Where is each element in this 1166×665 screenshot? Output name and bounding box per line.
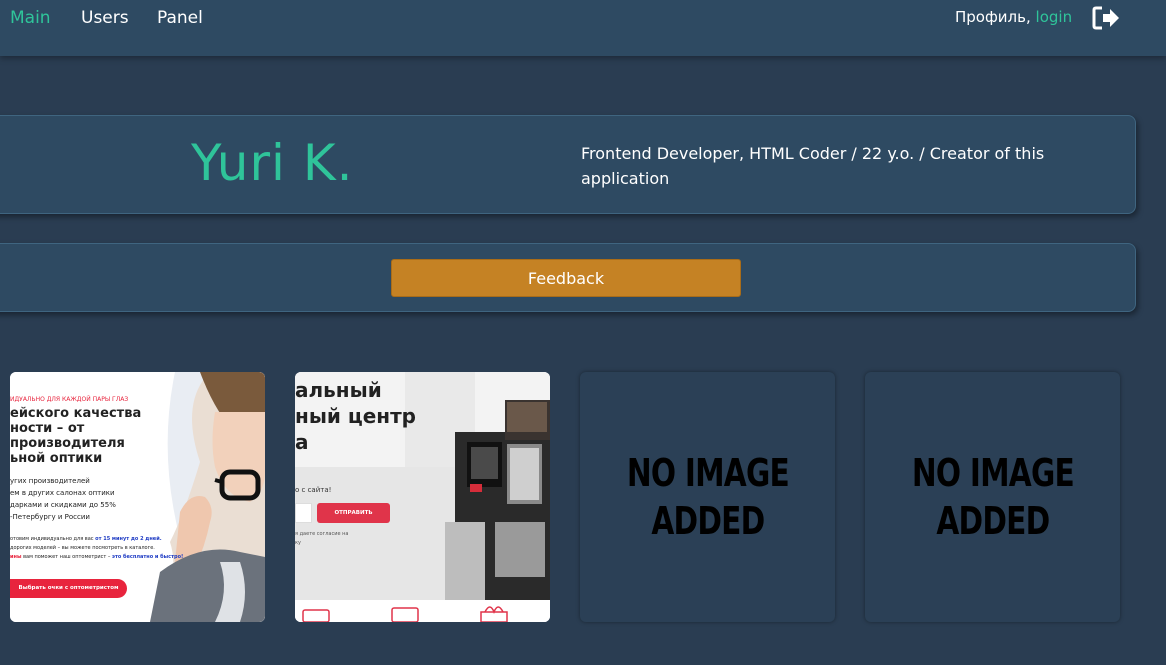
coffee-consent: я даете согласие на ку — [295, 531, 349, 546]
optics-headline-2: ности – от — [10, 421, 85, 436]
feedback-button[interactable]: Feedback — [391, 259, 741, 297]
feedback-card: Feedback — [0, 243, 1136, 312]
project-thumbnail-coffee[interactable]: альный ный центр а о с сайта! ОТПРАВИТЬ … — [295, 372, 550, 622]
project-thumbnail-noimage-1[interactable]: NO IMAGE ADDED — [580, 372, 835, 622]
coffee-headline: альный ный центр а — [295, 378, 416, 454]
coffee-send-button: ОТПРАВИТЬ — [317, 503, 390, 523]
user-name: Yuri K. — [191, 134, 354, 192]
coffee-input — [295, 503, 312, 523]
optics-fine-2: дорогих моделей – вы можете посмотреть в… — [10, 545, 155, 551]
nav-main[interactable]: Main — [10, 8, 51, 28]
optics-tag: ИДУАЛЬНО ДЛЯ КАЖДОЙ ПАРЫ ГЛАЗ — [10, 396, 129, 403]
nav-panel[interactable]: Panel — [157, 8, 203, 28]
optics-cta-button: Выбрать очки с оптометристом — [10, 579, 127, 598]
optics-headline-1: ейского качества — [10, 406, 142, 421]
login-link[interactable]: login — [1036, 8, 1073, 26]
optics-bullet-2: ем в других салонах оптики — [10, 489, 115, 497]
profile-card: Yuri K. Frontend Developer, HTML Coder /… — [0, 115, 1136, 214]
coffee-subtext: о с сайта! — [295, 486, 332, 494]
no-image-placeholder: NO IMAGE ADDED — [626, 451, 789, 543]
navbar: Main Users Panel Профиль, login — [0, 0, 1166, 56]
profile-area: Профиль, login — [955, 8, 1072, 26]
optics-bullet-3: дарками и скидками до 55% — [10, 501, 116, 509]
user-description: Frontend Developer, HTML Coder / 22 y.o.… — [581, 144, 1045, 188]
optics-bullet-1: угих производителей — [10, 477, 90, 485]
optics-fine-1: отовим индивидуально для вас от 15 минут… — [10, 536, 162, 542]
project-thumbnail-noimage-2[interactable]: NO IMAGE ADDED — [865, 372, 1120, 622]
profile-label: Профиль, — [955, 8, 1031, 26]
optics-fine-3: ины вам поможет наш оптометрист – это бе… — [10, 554, 184, 560]
project-thumbnail-optics[interactable]: ИДУАЛЬНО ДЛЯ КАЖДОЙ ПАРЫ ГЛАЗ ейского ка… — [10, 372, 265, 622]
logout-button[interactable] — [1092, 6, 1122, 30]
optics-bullet-4: -Петербургу и России — [10, 513, 90, 521]
optics-headline-4: ьной оптики — [10, 451, 103, 466]
optics-headline-3: производителя — [10, 436, 125, 451]
sign-out-icon — [1092, 6, 1119, 30]
nav-users[interactable]: Users — [81, 8, 129, 28]
no-image-placeholder: NO IMAGE ADDED — [911, 451, 1074, 543]
